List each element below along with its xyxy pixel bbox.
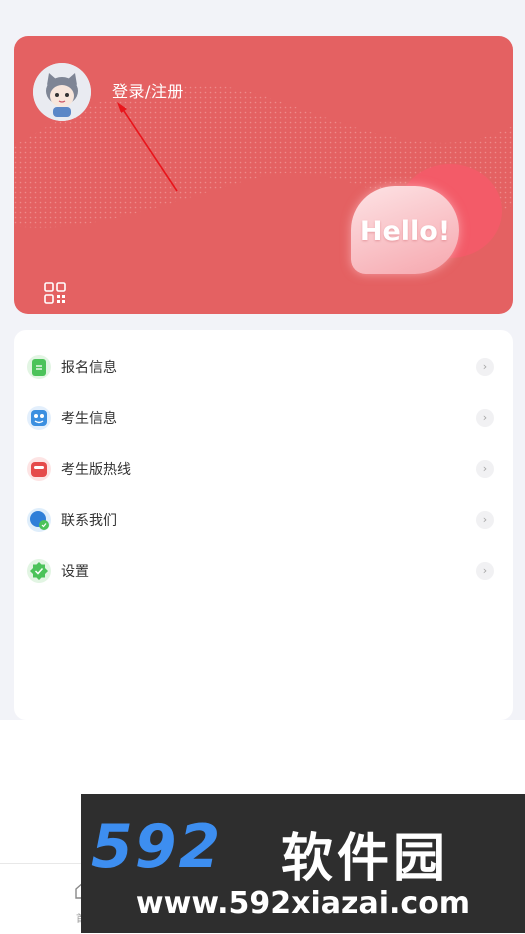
avatar[interactable]	[33, 63, 91, 121]
chevron-right-icon: ›	[476, 358, 494, 376]
menu-item-contact-us[interactable]: 联系我们 ›	[14, 495, 513, 545]
menu-item-hotline[interactable]: 考生版热线 ›	[14, 444, 513, 494]
avatar-cat-icon	[33, 63, 91, 121]
menu-label: 设置	[61, 564, 89, 580]
settings-icon	[27, 559, 51, 583]
qr-code-icon[interactable]	[44, 282, 66, 304]
menu-item-candidate-info[interactable]: 考生信息 ›	[14, 393, 513, 443]
login-register-link[interactable]: 登录/注册	[112, 78, 184, 102]
menu-card: 报名信息 › 考生信息 › 考生版热线 › 联系我们 › 设置 ›	[14, 330, 513, 720]
menu-label: 考生版热线	[61, 462, 131, 478]
contact-us-icon	[27, 508, 51, 532]
menu-item-registration-info[interactable]: 报名信息 ›	[14, 342, 513, 392]
chevron-right-icon: ›	[476, 511, 494, 529]
chevron-right-icon: ›	[476, 460, 494, 478]
chevron-right-icon: ›	[476, 562, 494, 580]
watermark-name: 软件园	[281, 829, 450, 889]
registration-info-icon	[27, 355, 51, 379]
profile-card: 登录/注册 Hello!	[14, 36, 513, 314]
menu-label: 报名信息	[61, 360, 117, 376]
menu-label: 考生信息	[61, 411, 117, 427]
hello-text: Hello!	[359, 216, 451, 247]
menu-label: 联系我们	[61, 513, 117, 529]
watermark-banner: 592 软件园 www.592xiazai.com	[81, 794, 525, 933]
hotline-icon	[27, 457, 51, 481]
watermark-brand: 592	[91, 812, 223, 882]
chevron-right-icon: ›	[476, 409, 494, 427]
watermark-url: www.592xiazai.com	[135, 886, 471, 921]
menu-item-settings[interactable]: 设置 ›	[14, 546, 513, 596]
hello-bubble: Hello!	[351, 186, 459, 274]
candidate-info-icon	[27, 406, 51, 430]
